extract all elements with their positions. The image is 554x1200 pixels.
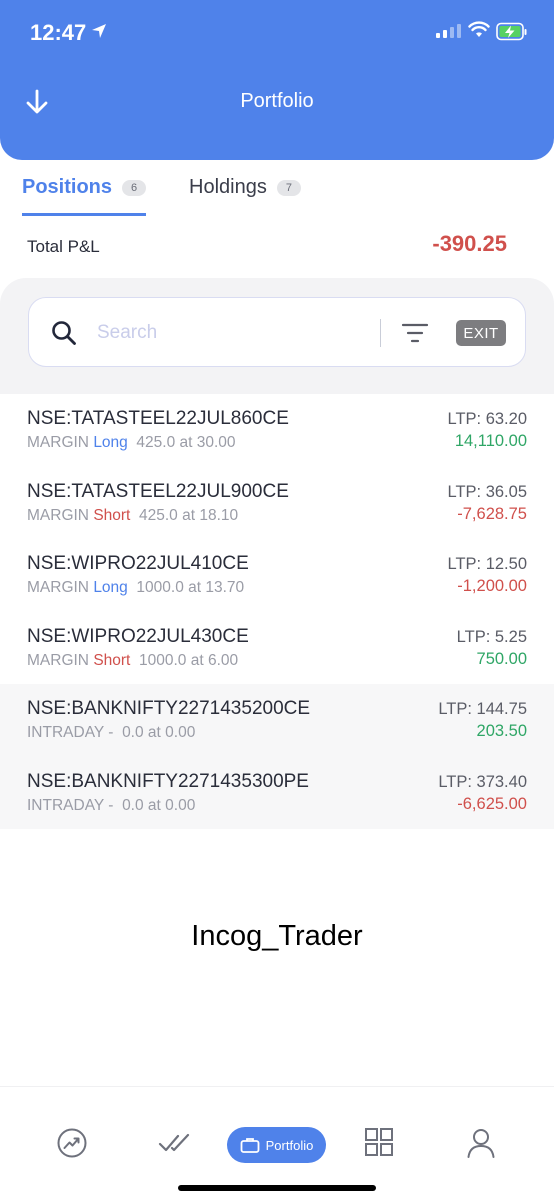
- cellular-signal-icon: [436, 24, 461, 38]
- total-pnl-value: -390.25: [432, 231, 507, 256]
- position-qty-price: 1000.0 at 13.70: [136, 579, 245, 596]
- nav-portfolio-button[interactable]: Portfolio: [227, 1127, 326, 1163]
- position-product: INTRADAY: [27, 724, 104, 741]
- position-qty-price: 425.0 at 18.10: [139, 506, 239, 524]
- tab-positions-count: 6: [122, 179, 147, 196]
- position-pnl: 203.50: [476, 722, 527, 740]
- tab-positions[interactable]: Positions 6: [22, 176, 147, 199]
- position-symbol: NSE:TATASTEEL22JUL860CE: [27, 408, 289, 429]
- position-side: -: [108, 796, 114, 814]
- position-pnl: -7,628.75: [457, 504, 527, 523]
- position-pnl: 750.00: [476, 649, 527, 668]
- tab-holdings[interactable]: Holdings 7: [189, 176, 301, 199]
- position-pnl: -1,200.00: [457, 577, 527, 595]
- wifi-icon: [468, 21, 490, 37]
- total-pnl-label: Total P&L: [27, 237, 100, 256]
- double-check-icon[interactable]: [158, 1127, 192, 1159]
- bottom-nav: Portfolio: [0, 1086, 554, 1200]
- position-ltp: LTP: 12.50: [447, 555, 528, 573]
- position-details: MARGIN Long 425.0 at 30.00: [27, 434, 236, 452]
- page-title: Portfolio: [240, 90, 314, 112]
- position-product: MARGIN: [27, 506, 89, 524]
- filter-icon[interactable]: [401, 322, 429, 344]
- tab-positions-label: Positions: [22, 176, 113, 198]
- home-indicator: [178, 1185, 376, 1191]
- watermark-text: Incog_Trader: [191, 920, 363, 952]
- position-symbol: NSE:BANKNIFTY2271435200CE: [27, 698, 311, 719]
- active-tab-indicator: [22, 213, 146, 216]
- position-side: Long: [93, 434, 128, 451]
- tab-holdings-label: Holdings: [189, 176, 267, 198]
- position-product: INTRADAY: [27, 796, 104, 814]
- position-details: MARGIN Short 425.0 at 18.10: [27, 507, 238, 525]
- position-row[interactable]: NSE:WIPRO22JUL430CE MARGIN Short 1000.0 …: [0, 612, 554, 685]
- search-divider: [380, 319, 381, 347]
- user-icon[interactable]: [466, 1127, 496, 1159]
- position-qty-price: 0.0 at 0.00: [122, 796, 196, 814]
- trending-icon[interactable]: [56, 1127, 88, 1159]
- position-qty-price: 425.0 at 30.00: [136, 434, 236, 451]
- tab-holdings-count: 7: [276, 179, 301, 196]
- position-row[interactable]: NSE:BANKNIFTY2271435200CE INTRADAY - 0.0…: [0, 684, 554, 757]
- status-time: 12:47: [30, 20, 87, 45]
- exit-button[interactable]: EXIT: [456, 320, 506, 346]
- position-details: INTRADAY - 0.0 at 0.00: [27, 797, 195, 815]
- position-row[interactable]: NSE:TATASTEEL22JUL860CE MARGIN Long 425.…: [0, 394, 554, 467]
- position-product: MARGIN: [27, 651, 89, 669]
- location-arrow-icon: [92, 24, 106, 38]
- portfolio-tabs: Positions 6 Holdings 7: [0, 160, 554, 220]
- position-details: INTRADAY - 0.0 at 0.00: [27, 724, 195, 742]
- position-symbol: NSE:TATASTEEL22JUL900CE: [27, 480, 289, 502]
- position-side: Short: [93, 651, 131, 669]
- search-input[interactable]: [97, 316, 367, 350]
- position-symbol: NSE:WIPRO22JUL410CE: [27, 553, 249, 574]
- search-box: EXIT: [28, 297, 526, 367]
- position-details: MARGIN Long 1000.0 at 13.70: [27, 579, 244, 597]
- position-side: Short: [93, 506, 131, 524]
- position-ltp: LTP: 36.05: [447, 482, 528, 501]
- battery-charging-icon: [496, 22, 527, 41]
- position-side: -: [108, 724, 114, 741]
- app-header: 12:47 Portfolio: [0, 0, 554, 160]
- position-row[interactable]: NSE:BANKNIFTY2271435300PE INTRADAY - 0.0…: [0, 756, 554, 829]
- position-row[interactable]: NSE:WIPRO22JUL410CE MARGIN Long 1000.0 a…: [0, 539, 554, 612]
- nav-portfolio-label: Portfolio: [265, 1137, 314, 1153]
- position-details: MARGIN Short 1000.0 at 6.00: [27, 652, 238, 670]
- grid-icon[interactable]: [364, 1127, 394, 1157]
- position-ltp: LTP: 373.40: [438, 772, 527, 791]
- position-ltp: LTP: 5.25: [456, 627, 527, 646]
- position-pnl: -6,625.00: [457, 794, 527, 813]
- positions-list: NSE:TATASTEEL22JUL860CE MARGIN Long 425.…: [0, 394, 554, 829]
- search-icon: [52, 321, 76, 345]
- position-qty-price: 0.0 at 0.00: [122, 724, 196, 741]
- position-ltp: LTP: 63.20: [447, 410, 528, 428]
- search-panel: EXIT: [0, 278, 554, 394]
- briefcase-icon: [240, 1138, 260, 1153]
- position-product: MARGIN: [27, 579, 89, 596]
- position-qty-price: 1000.0 at 6.00: [139, 651, 239, 669]
- position-pnl: 14,110.00: [454, 432, 527, 450]
- position-side: Long: [93, 579, 128, 596]
- position-symbol: NSE:WIPRO22JUL430CE: [27, 625, 249, 647]
- position-ltp: LTP: 144.75: [438, 700, 527, 718]
- position-symbol: NSE:BANKNIFTY2271435300PE: [27, 770, 309, 792]
- position-row[interactable]: NSE:TATASTEEL22JUL900CE MARGIN Short 425…: [0, 467, 554, 540]
- position-product: MARGIN: [27, 434, 89, 451]
